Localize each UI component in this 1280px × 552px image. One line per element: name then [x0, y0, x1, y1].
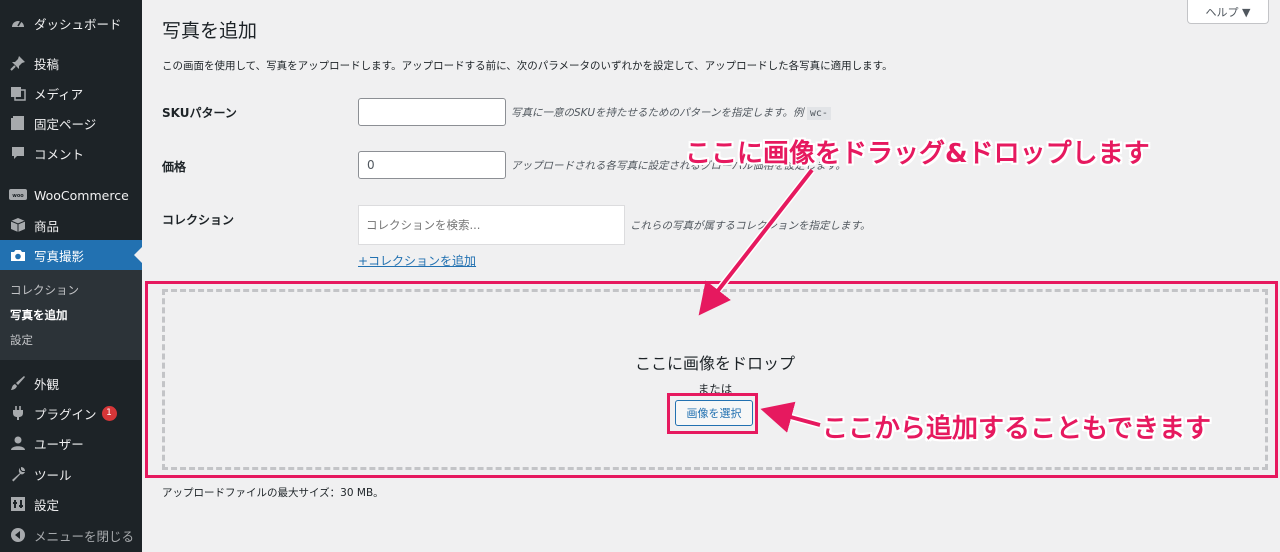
collection-label: コレクション — [162, 213, 235, 227]
sidebar-item-label: ユーザー — [34, 436, 84, 452]
sku-pattern-label: SKUパターン — [162, 106, 237, 120]
price-label: 価格 — [162, 160, 187, 174]
sidebar-item-label: プラグイン — [34, 406, 97, 422]
collapse-menu-button[interactable]: メニューを閉じる — [0, 520, 142, 550]
page-intro: この画面を使用して、写真をアップロードします。アップロードする前に、次のパラメー… — [162, 60, 893, 72]
sidebar-item-label: 設定 — [34, 497, 60, 513]
sidebar-item-dashboard[interactable]: ダッシュボード — [0, 8, 142, 38]
user-icon — [8, 435, 28, 451]
sidebar-item-users[interactable]: ユーザー — [0, 428, 142, 458]
box-icon — [8, 217, 28, 233]
pin-icon — [8, 55, 28, 71]
photography-submenu: コレクション 写真を追加 設定 — [0, 270, 142, 360]
page-icon — [8, 115, 28, 131]
brush-icon — [8, 375, 28, 391]
submenu-item-collections[interactable]: コレクション — [10, 282, 79, 298]
comment-icon — [8, 145, 28, 161]
sidebar-item-label: ダッシュボード — [34, 16, 122, 32]
sku-example-code: wc- — [806, 107, 831, 120]
dashboard-icon — [8, 15, 28, 31]
media-icon — [8, 85, 28, 101]
sidebar-item-tools[interactable]: ツール — [0, 459, 142, 489]
max-upload-size: アップロードファイルの最大サイズ：30 MB。 — [162, 487, 384, 499]
plugin-icon — [8, 405, 28, 421]
sku-pattern-input[interactable] — [358, 98, 506, 126]
sidebar-item-label: 固定ページ — [34, 116, 97, 132]
annotation-drag-drop: ここに画像をドラッグ&ドロップします — [685, 139, 1150, 169]
sidebar-item-comments[interactable]: コメント — [0, 138, 142, 168]
sidebar-item-posts[interactable]: 投稿 — [0, 48, 142, 78]
sidebar-item-appearance[interactable]: 外観 — [0, 368, 142, 398]
camera-icon — [8, 248, 28, 262]
update-count-badge: 1 — [101, 405, 117, 421]
sku-pattern-description: 写真に一意のSKUを持たせるためのパターンを指定します。例 wc- — [511, 105, 831, 120]
sidebar-item-plugins[interactable]: プラグイン 1 — [0, 398, 142, 428]
page-title: 写真を追加 — [162, 20, 258, 42]
sidebar-item-label: メディア — [34, 86, 84, 102]
sidebar-item-media[interactable]: メディア — [0, 78, 142, 108]
sidebar-item-label: ツール — [34, 467, 72, 483]
admin-sidebar: ダッシュボード 投稿 メディア 固定ページ コメント woo WooCommer… — [0, 0, 142, 552]
help-label: ヘルプ ▼ — [1205, 5, 1251, 19]
collapse-icon — [8, 527, 28, 543]
woo-icon: woo — [8, 189, 28, 201]
select-images-button[interactable]: 画像を選択 — [675, 400, 753, 426]
sidebar-item-woocommerce[interactable]: woo WooCommerce — [0, 180, 142, 210]
price-input[interactable] — [358, 151, 506, 179]
sidebar-item-pages[interactable]: 固定ページ — [0, 108, 142, 138]
sidebar-item-label: 商品 — [34, 218, 60, 234]
collection-search-input[interactable]: コレクションを検索... — [358, 205, 625, 245]
svg-text:woo: woo — [12, 193, 24, 199]
sidebar-item-products[interactable]: 商品 — [0, 210, 142, 240]
collection-description: これらの写真が属するコレクションを指定します。 — [630, 220, 871, 232]
collection-search-placeholder: コレクションを検索... — [366, 218, 481, 232]
sidebar-item-label: コメント — [34, 146, 85, 162]
annotation-add-from-here: ここから追加することもできます — [822, 414, 1211, 444]
sidebar-item-photography[interactable]: 写真撮影 — [0, 240, 142, 270]
sidebar-item-settings[interactable]: 設定 — [0, 489, 142, 519]
add-collection-link[interactable]: +コレクションを追加 — [358, 252, 476, 269]
submenu-item-settings[interactable]: 設定 — [10, 332, 33, 348]
sidebar-item-label: 外観 — [34, 376, 60, 392]
wrench-icon — [8, 466, 28, 482]
sku-description-text: 写真に一意のSKUを持たせるためのパターンを指定します。例 — [511, 107, 804, 119]
sidebar-item-label: 写真撮影 — [34, 248, 85, 264]
settings-icon — [8, 496, 28, 512]
sidebar-item-label: WooCommerce — [34, 187, 129, 203]
help-tab-button[interactable]: ヘルプ ▼ — [1187, 0, 1269, 24]
sidebar-item-label: メニューを閉じる — [34, 528, 135, 544]
submenu-item-add-photos[interactable]: 写真を追加 — [10, 307, 68, 323]
drop-zone-title: ここに画像をドロップ — [634, 354, 795, 373]
sidebar-item-label: 投稿 — [34, 56, 60, 72]
